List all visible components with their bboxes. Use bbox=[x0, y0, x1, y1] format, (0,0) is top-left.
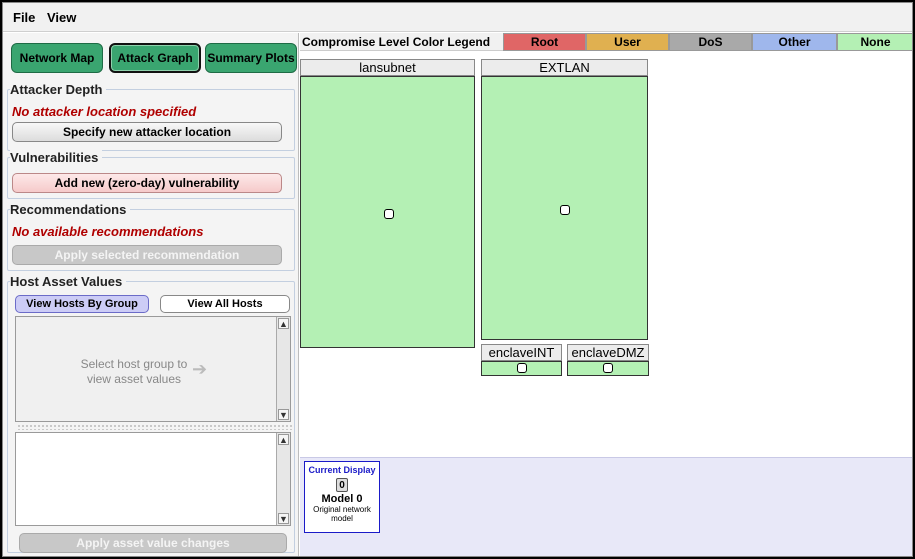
menu-bar: File View bbox=[3, 3, 912, 32]
scroll-up-icon[interactable]: ▲ bbox=[278, 318, 289, 329]
tab-summary-plots[interactable]: Summary Plots bbox=[205, 43, 297, 73]
model-description: Original network model bbox=[313, 505, 371, 523]
tab-attack-graph[interactable]: Attack Graph bbox=[109, 43, 201, 73]
vulnerabilities-section: Vulnerabilities Add new (zero-day) vulne… bbox=[7, 150, 295, 199]
attacker-location-warning: No attacker location specified bbox=[12, 104, 197, 119]
host-node[interactable] bbox=[517, 363, 527, 373]
recommendations-title: Recommendations bbox=[10, 202, 131, 217]
model-card-caption: Current Display bbox=[308, 465, 376, 475]
legend-other: Other bbox=[752, 33, 837, 51]
host-node[interactable] bbox=[384, 209, 394, 219]
legend-dos: DoS bbox=[669, 33, 752, 51]
apply-recommendation-button[interactable]: Apply selected recommendation bbox=[12, 245, 282, 265]
legend-root: Root bbox=[503, 33, 586, 51]
host-node[interactable] bbox=[603, 363, 613, 373]
host-group-scrollbar[interactable]: ▲ ▼ bbox=[276, 317, 290, 421]
app-window: File View Network Map Attack Graph Summa… bbox=[2, 2, 913, 557]
view-hosts-by-group-button[interactable]: View Hosts By Group bbox=[15, 295, 149, 313]
model-card[interactable]: Current Display 0 Model 0 Original netwo… bbox=[304, 461, 380, 533]
menu-file-label: File bbox=[13, 10, 36, 25]
tab-network-map[interactable]: Network Map bbox=[11, 43, 103, 73]
legend-title: Compromise Level Color Legend bbox=[302, 35, 491, 49]
subnet-lansubnet-header[interactable]: lansubnet bbox=[300, 59, 475, 76]
view-all-hosts-button[interactable]: View All Hosts bbox=[160, 295, 290, 313]
subnet-enclaveint-header[interactable]: enclaveINT bbox=[481, 344, 562, 361]
asset-value-scrollbar[interactable]: ▲ ▼ bbox=[276, 433, 290, 525]
color-legend: Compromise Level Color Legend Root User … bbox=[300, 33, 912, 51]
apply-asset-value-changes-button[interactable]: Apply asset value changes bbox=[19, 533, 287, 553]
scroll-up-icon[interactable]: ▲ bbox=[278, 434, 289, 445]
scroll-down-icon[interactable]: ▼ bbox=[278, 513, 289, 524]
host-group-list[interactable]: Select host group to view asset values ➔… bbox=[15, 316, 291, 422]
model-name: Model 0 bbox=[321, 493, 363, 505]
host-asset-values-title: Host Asset Values bbox=[10, 274, 127, 289]
arrow-right-icon: ➔ bbox=[192, 359, 208, 379]
legend-none: None bbox=[837, 33, 912, 51]
recommendations-warning: No available recommendations bbox=[12, 224, 204, 239]
asset-value-list[interactable]: ▲ ▼ bbox=[15, 432, 291, 526]
menu-view[interactable]: View bbox=[47, 10, 76, 25]
subnet-enclaveint[interactable] bbox=[481, 361, 562, 376]
vulnerabilities-title: Vulnerabilities bbox=[10, 150, 103, 165]
model-history-strip: Current Display 0 Model 0 Original netwo… bbox=[300, 457, 912, 556]
add-zero-day-vulnerability-button[interactable]: Add new (zero-day) vulnerability bbox=[12, 173, 282, 193]
host-node[interactable] bbox=[560, 205, 570, 215]
control-panel: Network Map Attack Graph Summary Plots A… bbox=[3, 33, 299, 556]
subnet-extlan-header[interactable]: EXTLAN bbox=[481, 59, 648, 76]
attack-graph-canvas[interactable]: lansubnet EXTLAN enclaveINT enclaveDMZ bbox=[300, 52, 912, 457]
attacker-depth-title: Attacker Depth bbox=[10, 82, 107, 97]
attacker-depth-section: Attacker Depth No attacker location spec… bbox=[7, 82, 295, 151]
subnet-enclavedmz[interactable] bbox=[567, 361, 649, 376]
subnet-extlan[interactable] bbox=[481, 76, 648, 340]
legend-user: User bbox=[586, 33, 669, 51]
model-number-badge: 0 bbox=[336, 478, 348, 492]
menu-view-label: View bbox=[47, 10, 77, 25]
recommendations-section: Recommendations No available recommendat… bbox=[7, 202, 295, 271]
subnet-lansubnet[interactable] bbox=[300, 76, 475, 348]
subnet-enclavedmz-header[interactable]: enclaveDMZ bbox=[567, 344, 649, 361]
menu-file[interactable]: File bbox=[13, 10, 35, 25]
splitter-handle[interactable] bbox=[17, 424, 293, 430]
host-group-hint: Select host group to view asset values bbox=[80, 357, 188, 386]
specify-attacker-location-button[interactable]: Specify new attacker location bbox=[12, 122, 282, 142]
scroll-down-icon[interactable]: ▼ bbox=[278, 409, 289, 420]
